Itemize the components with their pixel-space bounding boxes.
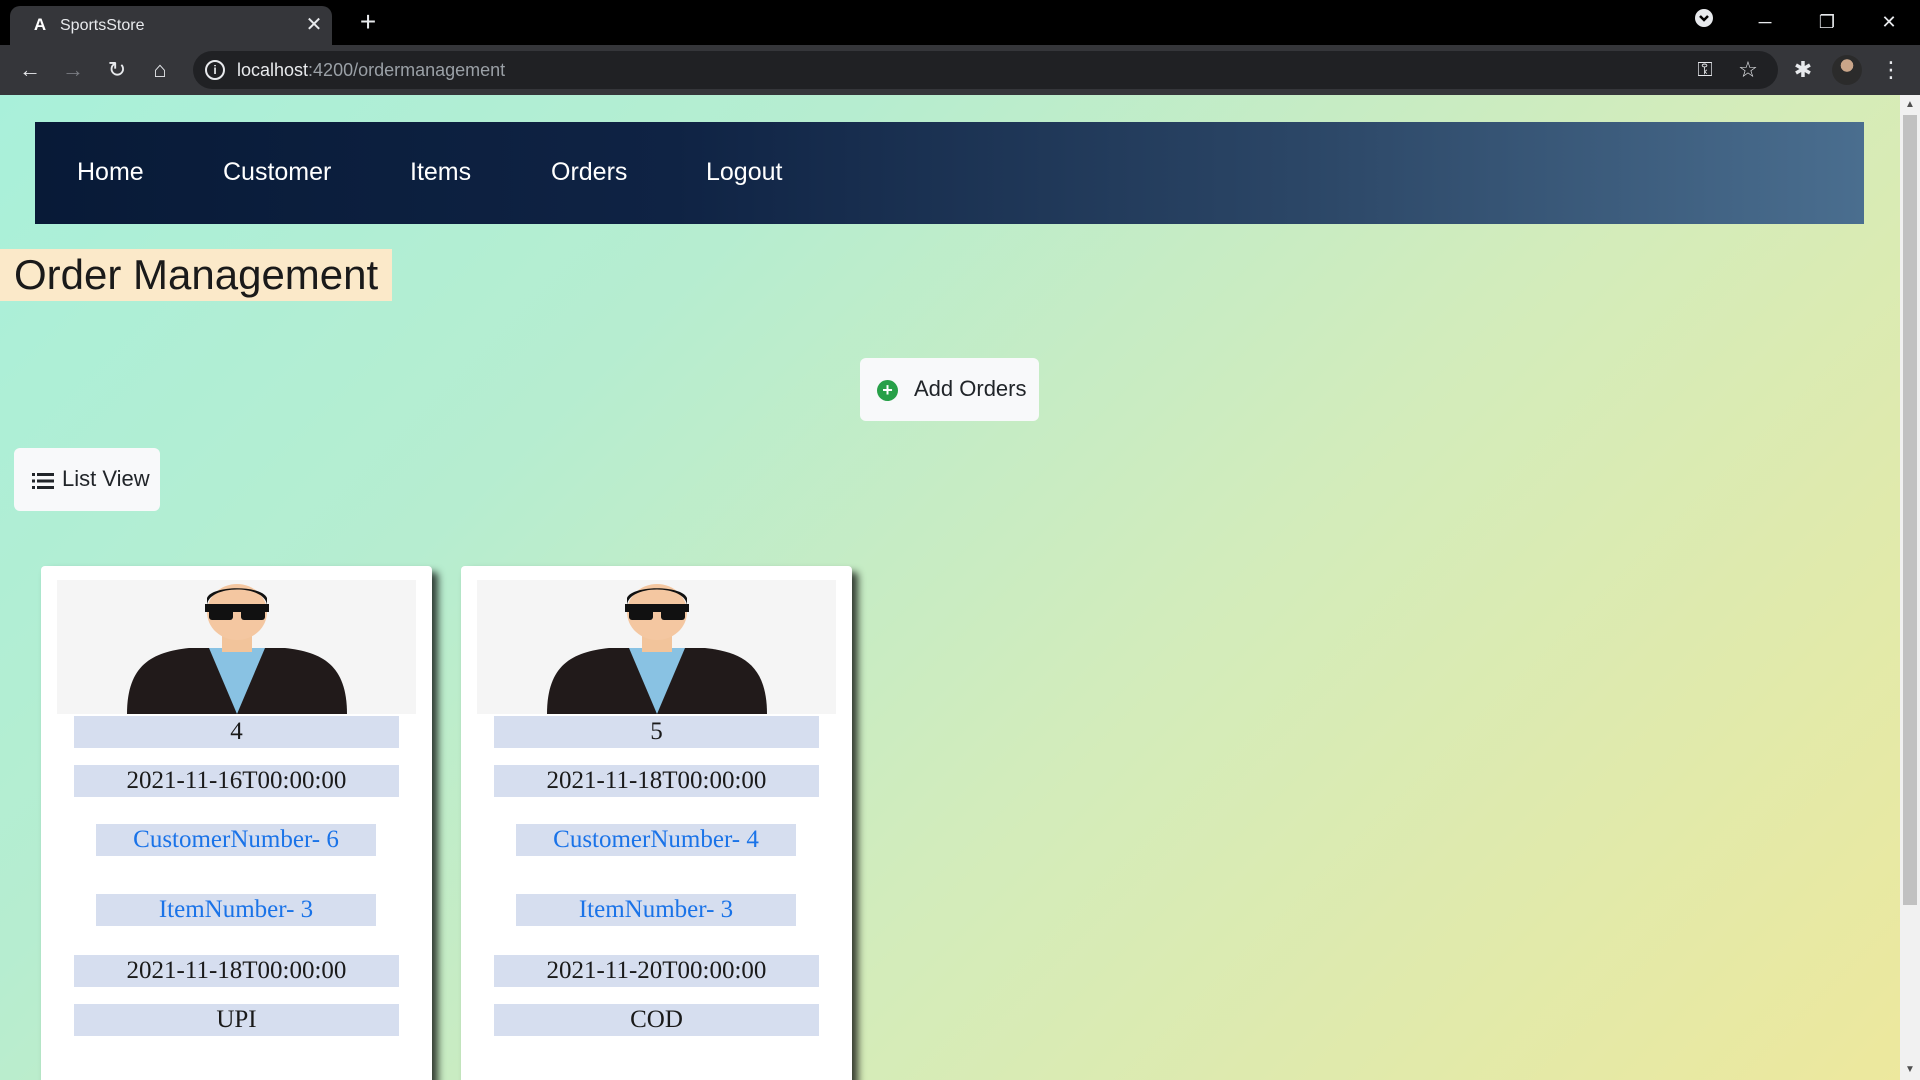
list-icon (32, 473, 54, 489)
close-window-icon[interactable]: ✕ (1869, 6, 1909, 38)
order-date: 2021-11-16T00:00:00 (74, 765, 399, 797)
menu-kebab-icon[interactable]: ⋮ (1876, 55, 1906, 85)
tab-search-icon[interactable] (1684, 6, 1724, 38)
nav-item-logout[interactable]: Logout (706, 156, 782, 188)
navbar: Home Customer Items Orders Logout (35, 122, 1864, 224)
nav-item-orders[interactable]: Orders (551, 156, 627, 188)
tab-close-icon[interactable]: ✕ (302, 13, 326, 37)
person-avatar-icon (477, 580, 836, 714)
address-bar[interactable]: i localhost:4200/ordermanagement ⚿ ☆ (193, 51, 1778, 89)
item-link[interactable]: ItemNumber- 3 (516, 894, 796, 926)
extensions-icon[interactable]: ✱ (1788, 55, 1818, 85)
payment-method: COD (494, 1004, 819, 1036)
order-card: 5 2021-11-18T00:00:00 CustomerNumber- 4 … (461, 566, 852, 1080)
url-text[interactable]: localhost:4200/ordermanagement (237, 60, 505, 81)
back-icon[interactable]: ← (15, 55, 45, 85)
scroll-down-icon[interactable]: ▼ (1900, 1062, 1920, 1078)
list-view-button[interactable]: List View (14, 448, 160, 511)
bookmark-star-icon[interactable]: ☆ (1733, 55, 1763, 85)
page-viewport: Home Customer Items Orders Logout Order … (0, 95, 1900, 1080)
home-icon[interactable]: ⌂ (145, 55, 175, 85)
nav-item-items[interactable]: Items (410, 156, 471, 188)
item-link[interactable]: ItemNumber- 3 (96, 894, 376, 926)
add-orders-button[interactable]: + Add Orders (860, 358, 1039, 421)
customer-link[interactable]: CustomerNumber- 6 (96, 824, 376, 856)
add-orders-label: Add Orders (914, 376, 1027, 401)
nav-item-customer[interactable]: Customer (223, 156, 331, 188)
tab-title: SportsStore (60, 17, 145, 34)
order-number: 5 (494, 716, 819, 748)
browser-toolbar: ← → ↻ ⌂ i localhost:4200/ordermanagement… (0, 45, 1920, 95)
angular-favicon-icon: A (33, 15, 47, 34)
delivery-date: 2021-11-18T00:00:00 (74, 955, 399, 987)
scroll-thumb[interactable] (1903, 115, 1917, 905)
site-info-icon[interactable]: i (205, 60, 225, 80)
browser-tab[interactable]: A SportsStore ✕ (10, 6, 332, 45)
new-tab-icon[interactable]: + (354, 8, 382, 36)
profile-avatar[interactable] (1832, 55, 1862, 85)
payment-method: UPI (74, 1004, 399, 1036)
key-icon[interactable]: ⚿ (1690, 55, 1720, 85)
forward-icon[interactable]: → (58, 55, 88, 85)
scroll-up-icon[interactable]: ▲ (1900, 97, 1920, 113)
restore-icon[interactable]: ❐ (1807, 6, 1847, 38)
order-number: 4 (74, 716, 399, 748)
customer-link[interactable]: CustomerNumber- 4 (516, 824, 796, 856)
minimize-icon[interactable]: ─ (1745, 6, 1785, 38)
plus-circle-icon: + (877, 380, 898, 401)
vertical-scrollbar[interactable]: ▲ ▼ (1900, 95, 1920, 1080)
order-date: 2021-11-18T00:00:00 (494, 765, 819, 797)
person-avatar-icon (57, 580, 416, 714)
delivery-date: 2021-11-20T00:00:00 (494, 955, 819, 987)
reload-icon[interactable]: ↻ (102, 55, 132, 85)
nav-item-home[interactable]: Home (77, 156, 144, 188)
browser-tabstrip: A SportsStore ✕ + ─ ❐ ✕ (0, 0, 1920, 45)
list-view-label: List View (62, 466, 150, 491)
page-title: Order Management (0, 249, 393, 301)
order-card: 4 2021-11-16T00:00:00 CustomerNumber- 6 … (41, 566, 432, 1080)
